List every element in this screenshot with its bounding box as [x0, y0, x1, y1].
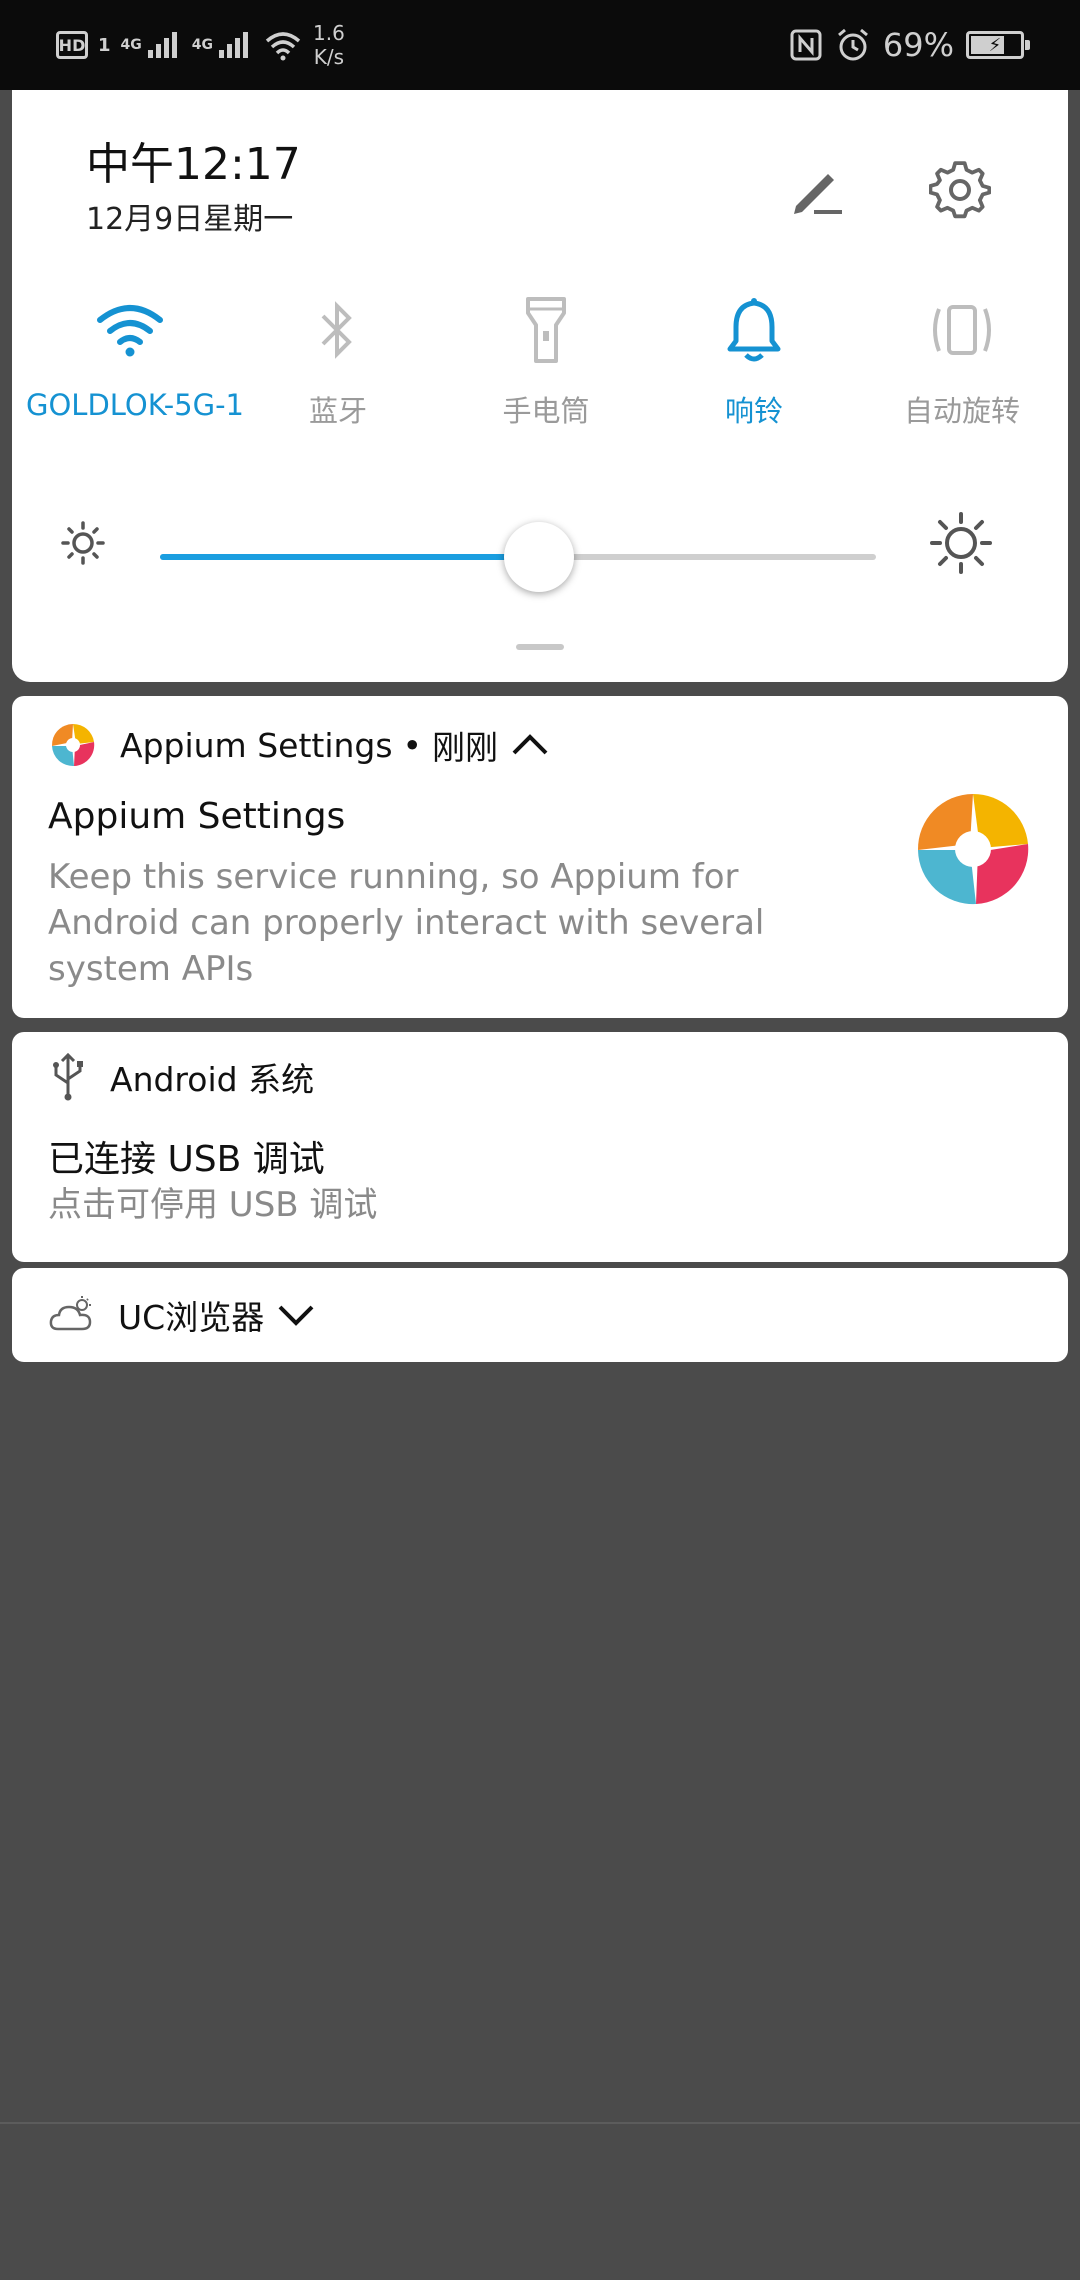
notification-body: Keep this service running, so Appium for…	[48, 854, 808, 992]
status-bar-left: HD 1 4G 4G 1.6 K/s	[56, 18, 345, 72]
notification-app-name: UC浏览器	[118, 1298, 265, 1337]
bell-icon	[727, 298, 781, 362]
weather-cloud-icon	[49, 1296, 92, 1331]
speed-value: 1.6	[313, 21, 345, 45]
gear-icon	[929, 161, 991, 219]
tile-ringer-label: 响铃	[724, 394, 783, 428]
tile-bluetooth[interactable]: 蓝牙	[234, 288, 442, 430]
notification-android-system[interactable]: Android 系统 已连接 USB 调试 点击可停用 USB 调试	[12, 1032, 1068, 1262]
flashlight-icon	[526, 297, 566, 363]
date[interactable]: 12月9日星期一	[86, 194, 293, 238]
edit-button[interactable]	[782, 154, 854, 226]
tile-flashlight-label: 手电筒	[502, 394, 590, 428]
hd-label: HD	[58, 35, 86, 55]
chevron-down-icon[interactable]	[276, 1301, 316, 1329]
sim-number: 1	[98, 34, 111, 56]
tile-auto-rotate[interactable]: 自动旋转	[858, 288, 1066, 430]
separator-dot: •	[402, 725, 423, 765]
clock[interactable]: 中午12:17	[86, 128, 301, 192]
appium-large-icon	[917, 793, 1029, 905]
navigation-bar-divider	[0, 2122, 1080, 2124]
notification-body: 点击可停用 USB 调试	[48, 1185, 378, 1225]
hd-voice-icon: HD	[56, 31, 88, 59]
network-type-1: 4G	[120, 37, 142, 53]
auto-rotate-icon	[933, 305, 991, 355]
chevron-up-icon[interactable]	[510, 731, 550, 759]
notification-title: Appium Settings	[48, 796, 346, 837]
notification-appium[interactable]: Appium Settings • 刚刚 Appium Settings Kee…	[12, 696, 1068, 1018]
notification-body-line: system APIs	[48, 949, 254, 989]
status-bar-right: 69% ⚡	[789, 18, 1030, 72]
notification-app-name: Android 系统	[110, 1060, 315, 1099]
tile-auto-rotate-label: 自动旋转	[903, 394, 1020, 428]
panel-drag-handle[interactable]	[516, 644, 564, 650]
brightness-high-icon	[930, 512, 992, 574]
nfc-icon	[790, 29, 822, 61]
tile-flashlight[interactable]: 手电筒	[442, 288, 650, 430]
alarm-icon	[837, 28, 868, 61]
notification-title: 已连接 USB 调试	[48, 1139, 325, 1180]
network-type-2: 4G	[191, 37, 213, 53]
notification-uc-browser[interactable]: UC浏览器	[12, 1268, 1068, 1362]
brightness-slider-fill	[160, 554, 539, 560]
notification-body-line: Android can properly interact with sever…	[48, 903, 765, 943]
notification-header: Appium Settings • 刚刚	[48, 720, 550, 770]
appium-logo-icon	[51, 723, 95, 767]
bluetooth-icon	[321, 301, 352, 359]
battery-percent: 69%	[882, 26, 954, 64]
usb-icon	[53, 1053, 83, 1101]
signal-icon	[147, 32, 177, 58]
notification-app-name: Appium Settings	[120, 725, 393, 765]
brightness-low-icon	[61, 521, 105, 565]
notification-header: UC浏览器	[48, 1290, 316, 1340]
status-bar: HD 1 4G 4G 1.6 K/s 69% ⚡	[0, 0, 1080, 90]
settings-button[interactable]	[924, 154, 996, 226]
brightness-slider-thumb[interactable]	[504, 522, 574, 592]
wifi-icon	[97, 305, 163, 357]
tile-bluetooth-label: 蓝牙	[308, 394, 367, 428]
battery-icon: ⚡	[966, 31, 1030, 59]
signal-icon	[219, 32, 248, 58]
notification-header: Android 系统	[48, 1052, 314, 1102]
notification-body-line: Keep this service running, so Appium for	[48, 857, 739, 897]
charging-bolt-icon: ⚡	[988, 34, 1002, 56]
tile-ringer[interactable]: 响铃	[650, 288, 858, 430]
speed-unit: K/s	[313, 45, 345, 69]
notification-time: 刚刚	[432, 728, 499, 767]
tile-wifi[interactable]: GOLDLOK-5G-1	[26, 288, 245, 422]
quick-settings-panel: 中午12:17 12月9日星期一 GOLDLOK-5G-1 蓝牙 手电筒 响铃 …	[12, 90, 1068, 682]
network-speed: 1.6 K/s	[313, 21, 345, 69]
tile-wifi-label: GOLDLOK-5G-1	[26, 388, 245, 422]
pencil-icon	[794, 174, 842, 214]
wifi-status-icon	[265, 32, 301, 61]
